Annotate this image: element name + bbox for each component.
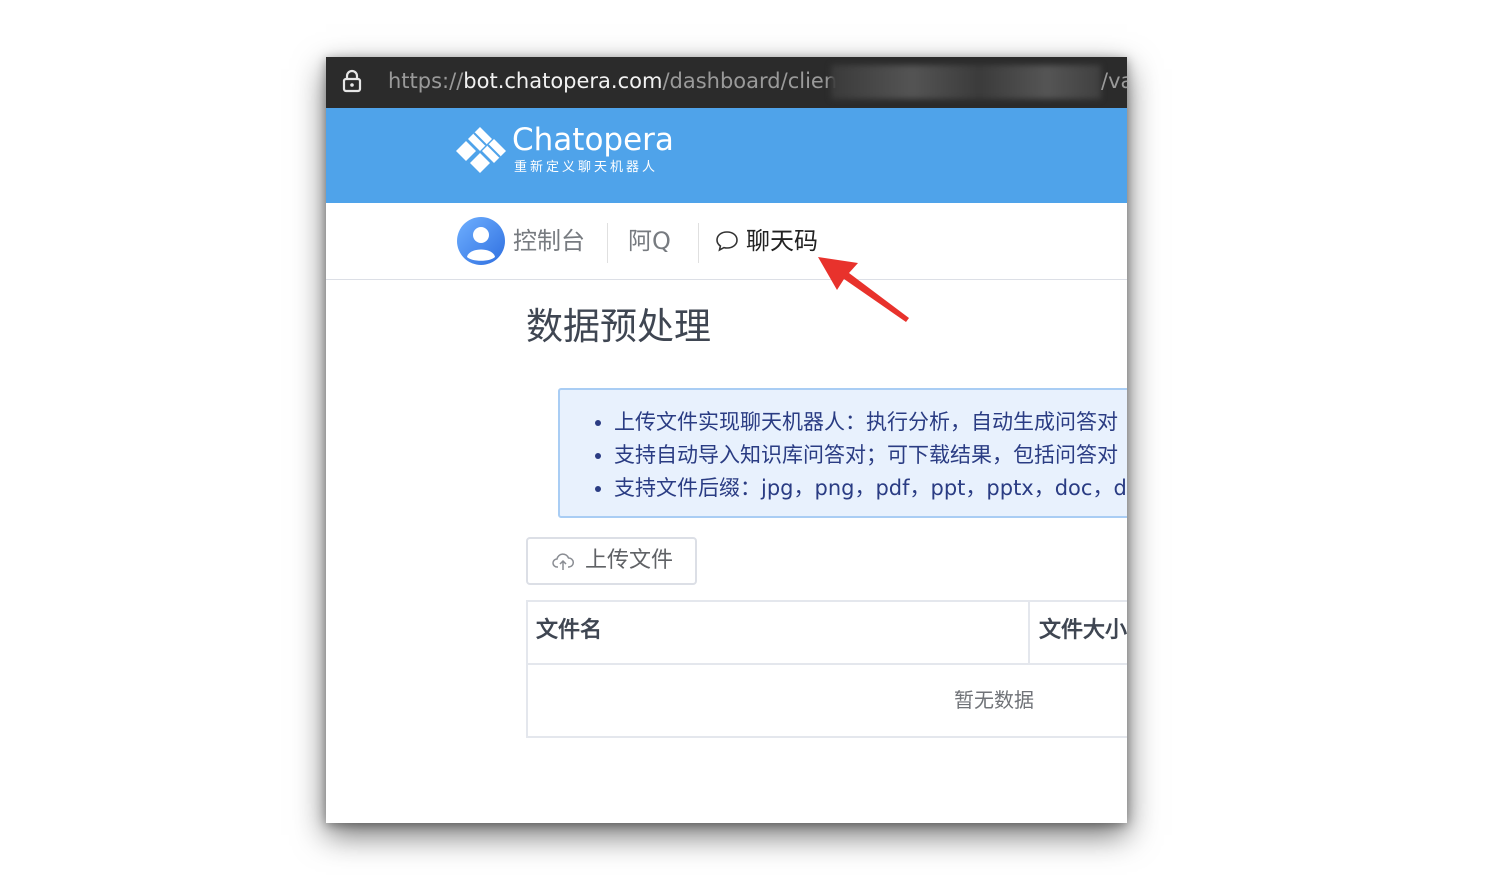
user-avatar-icon[interactable] <box>456 216 506 266</box>
column-header-filesize[interactable]: 文件大小 <box>1039 616 1127 646</box>
table-header: 文件名 文件大小 <box>528 602 1127 665</box>
address-bar[interactable]: https://bot.chatopera.com/dashboard/clie… <box>326 57 1127 108</box>
annotation-arrow-icon <box>818 257 909 322</box>
chat-bubble-icon[interactable] <box>715 230 739 252</box>
nav-divider <box>698 223 699 263</box>
nav-aq[interactable]: 阿Q <box>628 221 671 261</box>
nav-chatcode[interactable]: 聊天码 <box>746 221 818 261</box>
redacted-url-segment <box>831 65 1101 99</box>
info-item: 支持自动导入知识库问答对；可下载结果，包括问答对 <box>614 439 1127 472</box>
brand-header: Chatopera 重新定义聊天机器人 <box>326 108 1127 203</box>
brand-tagline: 重新定义聊天机器人 <box>514 160 659 175</box>
url-tail: /va <box>1101 69 1127 93</box>
column-divider <box>1028 602 1030 663</box>
cloud-upload-icon <box>552 553 574 570</box>
upload-button-label: 上传文件 <box>585 548 674 573</box>
page-title: 数据预处理 <box>526 305 711 348</box>
table-empty-text: 暂无数据 <box>954 688 1034 712</box>
nav-console[interactable]: 控制台 <box>513 221 585 261</box>
url-scheme: https:// <box>388 69 464 93</box>
info-alert: 上传文件实现聊天机器人：执行分析，自动生成问答对 支持自动导入知识库问答对；可下… <box>558 388 1127 518</box>
info-item: 上传文件实现聊天机器人：执行分析，自动生成问答对 <box>614 406 1127 439</box>
files-table: 文件名 文件大小 暂无数据 <box>526 600 1127 738</box>
info-item: 支持文件后缀：jpg，png，pdf，ppt，pptx，doc，docx <box>614 472 1127 505</box>
url-text[interactable]: https://bot.chatopera.com/dashboard/clie… <box>388 67 872 95</box>
column-header-filename[interactable]: 文件名 <box>536 616 602 646</box>
brand-name: Chatopera <box>512 122 674 158</box>
top-nav: 控制台 阿Q 聊天码 <box>326 203 1127 280</box>
info-list: 上传文件实现聊天机器人：执行分析，自动生成问答对 支持自动导入知识库问答对；可下… <box>560 390 1127 505</box>
browser-window: https://bot.chatopera.com/dashboard/clie… <box>326 57 1127 823</box>
chatopera-logo-icon[interactable] <box>454 124 508 178</box>
url-host: bot.chatopera.com <box>463 69 663 93</box>
upload-file-button[interactable]: 上传文件 <box>526 537 697 585</box>
nav-divider <box>607 223 608 263</box>
lock-icon <box>342 69 362 93</box>
